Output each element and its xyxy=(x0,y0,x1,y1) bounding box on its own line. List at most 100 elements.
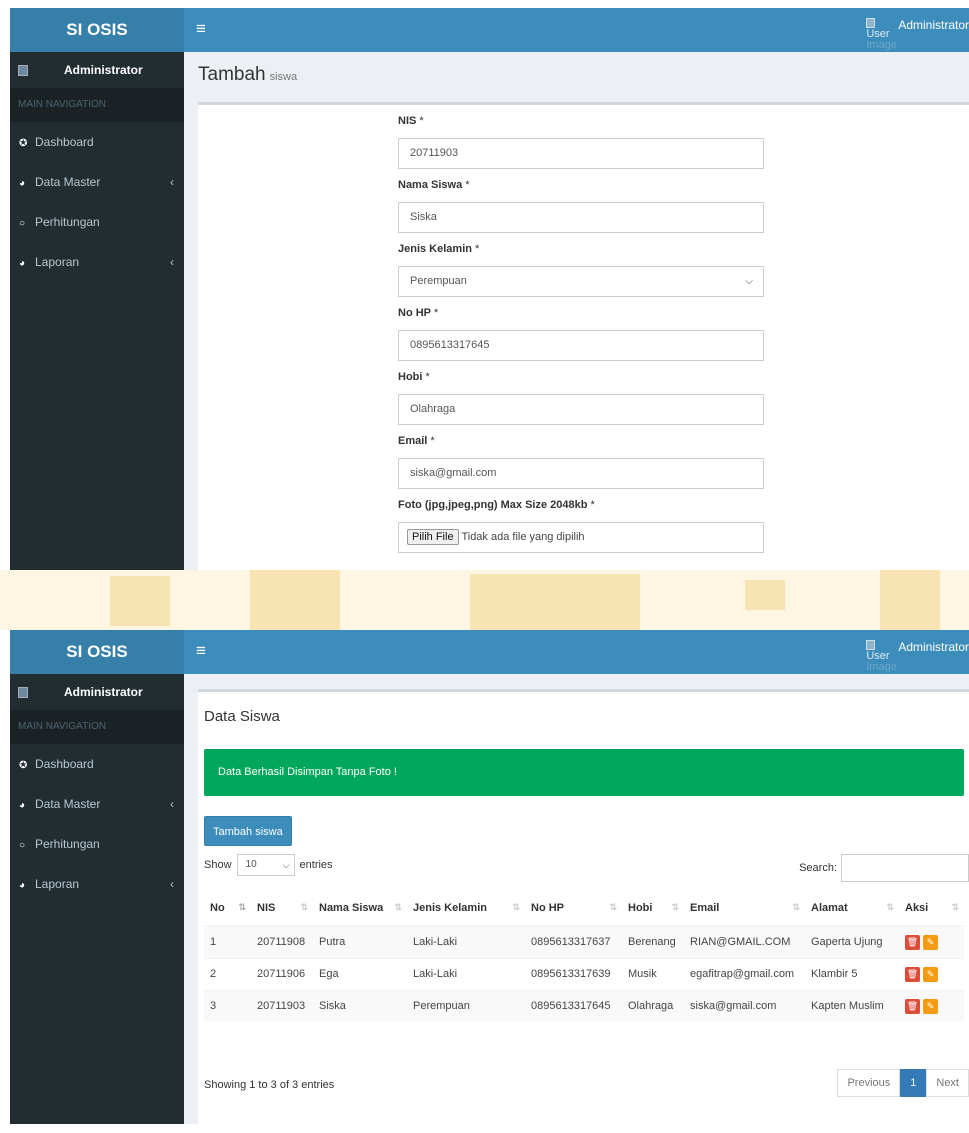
students-table: No ⇅ NIS ⇅ Nama Siswa ⇅ Jenis Kelamin ⇅ No H… xyxy=(204,891,964,1022)
no-hp-label: No HP * xyxy=(398,307,439,319)
hobi-input[interactable]: Olahraga xyxy=(398,394,764,425)
sidebar-item-laporan[interactable]: ◕ Laporan ‹ xyxy=(10,242,184,282)
sort-icon: ⇅ xyxy=(792,902,800,912)
top-header: SI OSIS ≡ User Image Administrator xyxy=(10,630,969,674)
next-page-button[interactable]: Next xyxy=(926,1069,969,1097)
user-name: Administrator xyxy=(898,18,969,32)
table-search: Search: xyxy=(799,854,969,882)
delete-button[interactable]: 🗑 xyxy=(905,934,920,950)
sidebar-user-panel: Administrator xyxy=(10,674,184,710)
chevron-left-icon: ‹ xyxy=(170,255,174,269)
avatar xyxy=(18,686,28,698)
sidebar-item-perhitungan[interactable]: ○ Perhitungan xyxy=(10,202,184,242)
jenis-kelamin-select[interactable]: Perempuan ⌵ xyxy=(398,266,764,297)
sidebar-item-data-master[interactable]: ◕ Data Master ‹ xyxy=(10,162,184,202)
chevron-left-icon: ‹ xyxy=(170,877,174,891)
menu-toggle-icon[interactable]: ≡ xyxy=(196,19,206,39)
main-content: Tambah siswa NIS * 20711903 Nama Siswa * … xyxy=(184,52,969,570)
form-box: NIS * 20711903 Nama Siswa * Siska Jenis … xyxy=(198,102,969,570)
form-screenshot: SI OSIS ≡ User Image Administrator Admini… xyxy=(10,8,969,570)
column-header-hobi[interactable]: Hobi ⇅ xyxy=(622,891,684,927)
edit-button[interactable]: ✎ xyxy=(923,966,938,982)
list-screenshot: SI OSIS ≡ User Image Administrator Admini… xyxy=(10,630,969,1124)
sort-asc-icon: ⇅ xyxy=(238,902,246,912)
pie-chart-icon: ◕ xyxy=(19,800,26,811)
chevron-left-icon: ‹ xyxy=(170,797,174,811)
dashboard-icon: ✪ xyxy=(19,760,28,771)
nama-input[interactable]: Siska xyxy=(398,202,764,233)
email-input[interactable]: siska@gmail.com xyxy=(398,458,764,489)
column-header-nis[interactable]: NIS ⇅ xyxy=(251,891,313,927)
sort-icon: ⇅ xyxy=(394,902,402,912)
sidebar-item-dashboard[interactable]: ✪ Dashboard xyxy=(10,744,184,784)
nav-header: MAIN NAVIGATION xyxy=(10,88,184,122)
sidebar-item-laporan[interactable]: ◕ Laporan ‹ xyxy=(10,864,184,904)
broken-image-icon xyxy=(866,18,876,28)
user-image: User Image xyxy=(866,18,897,51)
sort-icon: ⇅ xyxy=(609,902,617,912)
user-menu[interactable]: User Image Administrator xyxy=(866,18,969,51)
app-logo[interactable]: SI OSIS xyxy=(10,8,184,52)
sidebar: Administrator MAIN NAVIGATION ✪ Dashboard… xyxy=(10,674,184,1124)
add-student-button[interactable]: Tambah siswa xyxy=(204,816,292,846)
sort-icon: ⇅ xyxy=(951,902,959,912)
sidebar: Administrator MAIN NAVIGATION ✪ Dashboard… xyxy=(10,52,184,570)
entries-select[interactable]: 10 ⌵ xyxy=(236,854,295,876)
box-title: Data Siswa xyxy=(204,708,280,725)
hobi-label: Hobi * xyxy=(398,371,430,383)
sidebar-item-dashboard[interactable]: ✪ Dashboard xyxy=(10,122,184,162)
no-hp-input[interactable]: 0895613317645 xyxy=(398,330,764,361)
column-header-no[interactable]: No ⇅ xyxy=(204,891,251,927)
chevron-left-icon: ‹ xyxy=(170,175,174,189)
background-decoration xyxy=(0,570,969,630)
dashboard-icon: ✪ xyxy=(19,138,28,149)
file-status: Tidak ada file yang dipilih xyxy=(461,531,585,543)
pie-chart-icon: ◕ xyxy=(19,258,26,269)
circle-outline-icon: ○ xyxy=(19,218,26,229)
email-label: Email * xyxy=(398,435,435,447)
sort-icon: ⇅ xyxy=(886,902,894,912)
user-name: Administrator xyxy=(898,640,969,654)
nis-input[interactable]: 20711903 xyxy=(398,138,764,169)
delete-button[interactable]: 🗑 xyxy=(905,998,920,1014)
broken-image-icon xyxy=(866,640,876,650)
page-1-button[interactable]: 1 xyxy=(900,1069,927,1097)
success-alert: Data Berhasil Disimpan Tanpa Foto ! xyxy=(204,749,964,796)
jenis-kelamin-label: Jenis Kelamin * xyxy=(398,243,480,255)
sidebar-item-data-master[interactable]: ◕ Data Master ‹ xyxy=(10,784,184,824)
sort-icon: ⇅ xyxy=(300,902,308,912)
menu-toggle-icon[interactable]: ≡ xyxy=(196,641,206,661)
sidebar-user-panel: Administrator xyxy=(10,52,184,88)
foto-label: Foto (jpg,jpeg,png) Max Size 2048kb * xyxy=(398,499,595,511)
top-header: SI OSIS ≡ User Image Administrator xyxy=(10,8,969,52)
sidebar-item-perhitungan[interactable]: ○ Perhitungan xyxy=(10,824,184,864)
column-header-alamat[interactable]: Alamat ⇅ xyxy=(805,891,899,927)
edit-button[interactable]: ✎ xyxy=(923,998,938,1014)
pie-chart-icon: ◕ xyxy=(19,880,26,891)
user-menu[interactable]: User Image Administrator xyxy=(866,640,969,673)
table-row: 1 20711908 Putra Laki-Laki 0895613317637 Bere… xyxy=(204,925,964,958)
edit-button[interactable]: ✎ xyxy=(923,934,938,950)
column-header-jenis-kelamin[interactable]: Jenis Kelamin ⇅ xyxy=(407,891,525,927)
search-input[interactable] xyxy=(841,854,969,882)
pie-chart-icon: ◕ xyxy=(19,178,26,189)
column-header-no-hp[interactable]: No HP ⇅ xyxy=(525,891,622,927)
previous-page-button[interactable]: Previous xyxy=(837,1069,901,1097)
circle-outline-icon: ○ xyxy=(19,840,26,851)
nav-header: MAIN NAVIGATION xyxy=(10,710,184,744)
table-row: 3 20711903 Siska Perempuan 0895613317645 Olah… xyxy=(204,989,964,1022)
table-row: 2 20711906 Ega Laki-Laki 0895613317639 Musik e… xyxy=(204,957,964,990)
main-content: Data Siswa Data Berhasil Disimpan Tanpa … xyxy=(184,674,969,1124)
column-header-aksi[interactable]: Aksi ⇅ xyxy=(899,891,964,927)
column-header-nama[interactable]: Nama Siswa ⇅ xyxy=(313,891,407,927)
choose-file-button[interactable]: Pilih File xyxy=(407,529,459,545)
sort-icon: ⇅ xyxy=(671,902,679,912)
page-title: Tambah siswa xyxy=(198,64,298,85)
pagination: Previous 1 Next xyxy=(837,1069,969,1097)
delete-button[interactable]: 🗑 xyxy=(905,966,920,982)
app-logo[interactable]: SI OSIS xyxy=(10,630,184,674)
user-image: User Image xyxy=(866,640,897,673)
nama-label: Nama Siswa * xyxy=(398,179,470,191)
foto-file-input[interactable]: Pilih File Tidak ada file yang dipilih xyxy=(398,522,764,553)
column-header-email[interactable]: Email ⇅ xyxy=(684,891,805,927)
